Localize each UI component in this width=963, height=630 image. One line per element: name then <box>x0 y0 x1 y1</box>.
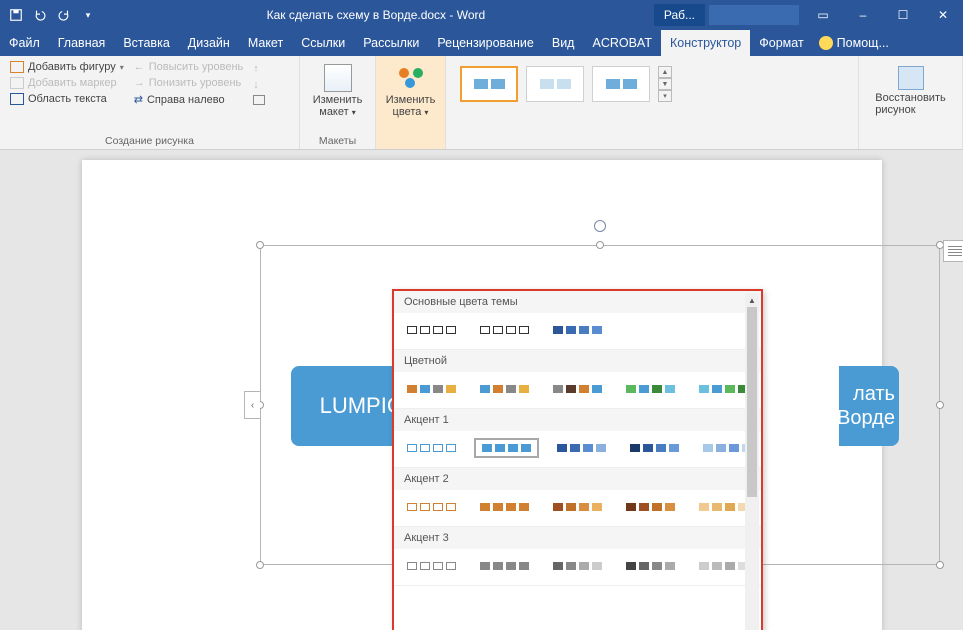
window-title: Как сделать схему в Ворде.docx - Word <box>98 8 654 22</box>
smartart-shape-3[interactable]: латьВорде <box>839 366 899 446</box>
group-change-colors: Изменить цвета ▾ <box>376 56 446 149</box>
tab-design[interactable]: Дизайн <box>179 30 239 56</box>
color-swatch[interactable] <box>623 500 678 514</box>
user-account-box[interactable] <box>709 5 799 25</box>
undo-icon[interactable] <box>30 5 50 25</box>
color-swatch[interactable] <box>550 382 605 396</box>
qat-customize-icon[interactable]: ▾ <box>78 5 98 25</box>
section-theme-colors: Основные цвета темы <box>394 291 761 313</box>
promote-button: ←Повысить уровень <box>132 60 246 74</box>
move-down-button: ↓ <box>251 78 267 92</box>
color-swatch[interactable] <box>477 382 532 396</box>
gallery-spinner[interactable]: ▲▼▾ <box>658 66 672 102</box>
group-layouts: Изменить макет ▾ Макеты <box>300 56 376 149</box>
redo-icon[interactable] <box>54 5 74 25</box>
color-swatch[interactable] <box>623 559 678 573</box>
close-button[interactable]: ✕ <box>923 0 963 30</box>
color-swatch[interactable] <box>477 559 532 573</box>
dropdown-scrollbar[interactable]: ▲ ▼ <box>745 293 759 630</box>
rotate-handle-icon[interactable] <box>594 220 606 232</box>
color-swatch[interactable] <box>627 441 682 455</box>
color-swatch[interactable] <box>696 500 751 514</box>
text-pane-toggle[interactable]: ‹ <box>244 391 260 419</box>
smartart-tools-tab[interactable]: Раб... <box>654 4 705 26</box>
tab-mailings[interactable]: Рассылки <box>354 30 428 56</box>
colors-icon <box>397 64 425 92</box>
maximize-button[interactable]: ☐ <box>883 0 923 30</box>
color-swatch[interactable] <box>696 559 751 573</box>
resize-handle[interactable] <box>936 401 944 409</box>
change-colors-dropdown: Основные цвета темы Цветной Акце <box>392 289 763 630</box>
group-smartart-styles: ▲▼▾ <box>446 56 859 149</box>
color-swatch[interactable] <box>554 441 609 455</box>
tab-layout[interactable]: Макет <box>239 30 292 56</box>
color-swatch[interactable] <box>477 323 532 337</box>
tell-me-label: Помощ... <box>837 36 889 50</box>
color-swatch[interactable] <box>404 500 459 514</box>
resize-handle[interactable] <box>256 241 264 249</box>
color-swatch[interactable] <box>696 382 751 396</box>
tab-home[interactable]: Главная <box>49 30 115 56</box>
color-swatch[interactable] <box>404 382 459 396</box>
tab-review[interactable]: Рецензирование <box>428 30 543 56</box>
resize-handle[interactable] <box>256 561 264 569</box>
resize-handle[interactable] <box>936 561 944 569</box>
ribbon-tabs: Файл Главная Вставка Дизайн Макет Ссылки… <box>0 30 963 56</box>
layout-icon <box>324 64 352 92</box>
layout-dir-button[interactable] <box>251 94 267 106</box>
save-icon[interactable] <box>6 5 26 25</box>
color-swatch[interactable] <box>404 559 459 573</box>
section-colorful: Цветной <box>394 350 761 372</box>
style-thumb-1[interactable] <box>460 66 518 102</box>
section-accent1: Акцент 1 <box>394 409 761 431</box>
lightbulb-icon <box>819 36 833 50</box>
tab-insert[interactable]: Вставка <box>114 30 178 56</box>
tab-constructor[interactable]: Конструктор <box>661 30 750 56</box>
style-gallery[interactable]: ▲▼▾ <box>454 60 678 108</box>
reset-icon <box>898 66 924 90</box>
style-thumb-3[interactable] <box>592 66 650 102</box>
tab-acrobat[interactable]: ACROBAT <box>583 30 661 56</box>
change-colors-button[interactable]: Изменить цвета ▾ <box>380 60 442 122</box>
scroll-up-icon[interactable]: ▲ <box>745 293 759 307</box>
section-accent3: Акцент 3 <box>394 527 761 549</box>
section-accent2: Акцент 2 <box>394 468 761 490</box>
right-to-left-button[interactable]: ⇄Справа налево <box>132 92 246 107</box>
add-bullet-button: Добавить маркер <box>8 76 126 90</box>
minimize-button[interactable]: – <box>843 0 883 30</box>
ribbon: Добавить фигуру ▾ Добавить маркер Област… <box>0 56 963 150</box>
group-create-graphic: Добавить фигуру ▾ Добавить маркер Област… <box>0 56 300 149</box>
tab-view[interactable]: Вид <box>543 30 584 56</box>
tab-format[interactable]: Формат <box>750 30 812 56</box>
ribbon-display-options-icon[interactable]: ▭ <box>803 0 843 30</box>
color-swatch[interactable] <box>404 441 459 455</box>
color-swatch[interactable] <box>550 559 605 573</box>
tab-references[interactable]: Ссылки <box>292 30 354 56</box>
style-thumb-2[interactable] <box>526 66 584 102</box>
tab-file[interactable]: Файл <box>0 30 49 56</box>
color-swatch[interactable] <box>550 500 605 514</box>
group-reset: Восстановить рисунок <box>859 56 963 149</box>
move-up-button: ↑ <box>251 62 267 76</box>
reset-graphic-button[interactable]: Восстановить рисунок <box>867 60 954 122</box>
change-layout-button[interactable]: Изменить макет ▾ <box>307 60 369 122</box>
resize-handle[interactable] <box>596 241 604 249</box>
group-label-layouts: Макеты <box>308 133 367 147</box>
demote-button: →Понизить уровень <box>132 76 246 90</box>
tell-me[interactable]: Помощ... <box>819 30 889 56</box>
color-swatch-selected[interactable] <box>474 438 539 458</box>
color-swatch[interactable] <box>550 323 605 337</box>
title-bar: ▾ Как сделать схему в Ворде.docx - Word … <box>0 0 963 30</box>
color-swatch[interactable] <box>477 500 532 514</box>
group-label-create: Создание рисунка <box>8 133 291 147</box>
add-shape-button[interactable]: Добавить фигуру ▾ <box>8 60 126 74</box>
document-area: ‹ LUMPICS латьВорде Основные цвета темы … <box>0 150 963 630</box>
text-pane-button[interactable]: Область текста <box>8 92 126 106</box>
color-swatch[interactable] <box>404 323 459 337</box>
color-swatch[interactable] <box>623 382 678 396</box>
scroll-thumb[interactable] <box>747 307 757 497</box>
layout-options-button[interactable] <box>943 240 963 262</box>
